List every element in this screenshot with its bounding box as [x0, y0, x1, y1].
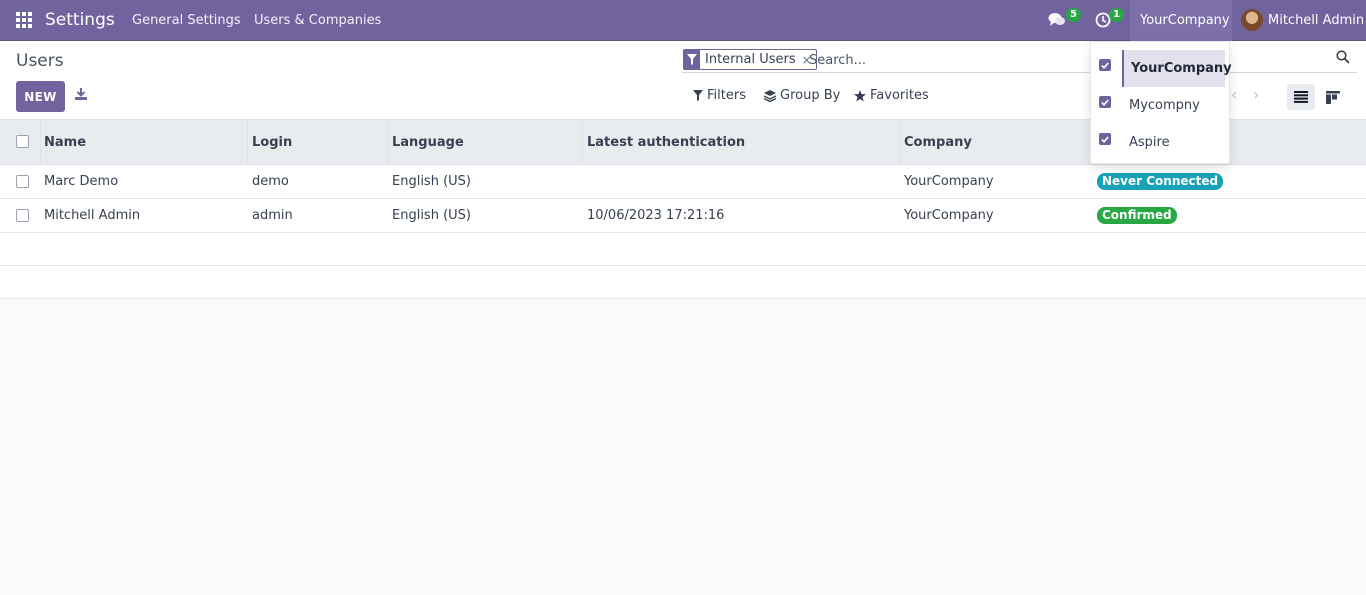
company-label[interactable]: Mycompny: [1122, 87, 1225, 124]
cell-company: YourCompany: [904, 174, 994, 189]
facet-label: Internal Users: [705, 52, 796, 67]
menu-users-companies[interactable]: Users & Companies: [254, 13, 381, 28]
search-bar: Internal Users ×: [682, 47, 1357, 73]
checked-checkbox-icon[interactable]: [1099, 133, 1111, 145]
checked-checkbox-icon[interactable]: [1099, 59, 1111, 71]
company-item-aspire[interactable]: Aspire: [1091, 121, 1231, 158]
status-badge: Confirmed: [1097, 207, 1177, 224]
filters-label: Filters: [707, 88, 746, 103]
status-badge: Never Connected: [1097, 173, 1224, 190]
star-icon: [854, 89, 866, 101]
page-title: Users: [16, 51, 64, 71]
messages-count-badge: 5: [1066, 8, 1081, 22]
activities-count-badge: 1: [1109, 8, 1124, 22]
status-cell: Confirmed: [1097, 199, 1177, 232]
groupby-label: Group By: [780, 88, 841, 103]
filters-button[interactable]: Filters: [693, 88, 746, 103]
list-view-icon: [1294, 91, 1308, 103]
cell-name: Marc Demo: [44, 174, 119, 189]
app-title[interactable]: Settings: [45, 10, 115, 30]
favorites-button[interactable]: Favorites: [854, 88, 929, 103]
favorites-label: Favorites: [870, 88, 929, 103]
column-header-login[interactable]: Login: [252, 120, 292, 165]
top-navbar: Settings General Settings Users & Compan…: [0, 0, 1366, 41]
select-all-checkbox[interactable]: [16, 135, 29, 148]
cell-language: English (US): [392, 174, 471, 189]
cell-name: Mitchell Admin: [44, 208, 141, 223]
current-company-label: YourCompany: [1140, 13, 1230, 28]
pager-previous-icon[interactable]: ‹: [1231, 87, 1241, 103]
status-cell: Never Connected: [1097, 165, 1224, 198]
empty-row: [0, 266, 1366, 299]
list-view-button[interactable]: [1287, 84, 1315, 110]
pager-next-icon[interactable]: ›: [1253, 87, 1263, 103]
table-row[interactable]: Marc Demo demo English (US) YourCompany …: [0, 165, 1366, 199]
user-avatar[interactable]: [1241, 9, 1263, 31]
cell-login: admin: [252, 208, 293, 223]
column-header-language[interactable]: Language: [392, 120, 464, 165]
table-row[interactable]: Mitchell Admin admin English (US) 10/06/…: [0, 199, 1366, 233]
company-item-mycompny[interactable]: Mycompny: [1091, 84, 1231, 121]
company-label[interactable]: Aspire: [1122, 124, 1225, 161]
column-header-name[interactable]: Name: [44, 120, 86, 165]
user-menu-name[interactable]: Mitchell Admin: [1268, 13, 1364, 28]
column-header-company[interactable]: Company: [904, 120, 972, 165]
checked-checkbox-icon[interactable]: [1099, 96, 1111, 108]
company-switcher-toggle[interactable]: YourCompany: [1130, 0, 1232, 41]
groupby-button[interactable]: Group By: [764, 88, 840, 103]
menu-general-settings[interactable]: General Settings: [132, 13, 241, 28]
company-switcher-dropdown: YourCompany Mycompny Aspire: [1090, 41, 1232, 164]
download-icon[interactable]: [74, 87, 90, 103]
new-button[interactable]: NEW: [16, 81, 65, 112]
search-icon[interactable]: [1336, 50, 1352, 66]
apps-menu-icon[interactable]: [16, 12, 32, 28]
filter-facet-icon: [684, 50, 700, 69]
company-label[interactable]: YourCompany: [1122, 50, 1232, 87]
cell-company: YourCompany: [904, 208, 994, 223]
cell-login: demo: [252, 174, 289, 189]
cell-language: English (US): [392, 208, 471, 223]
column-header-latest-authentication[interactable]: Latest authentication: [587, 120, 745, 165]
layers-icon: [764, 89, 776, 102]
row-checkbox[interactable]: [16, 175, 29, 188]
filter-icon: [693, 90, 703, 101]
search-input[interactable]: [809, 50, 1009, 70]
search-facet: Internal Users ×: [683, 49, 817, 70]
row-checkbox[interactable]: [16, 209, 29, 222]
company-item-yourcompany[interactable]: YourCompany: [1091, 47, 1232, 87]
kanban-view-icon: [1326, 90, 1340, 104]
messages-icon[interactable]: [1048, 12, 1066, 28]
cell-latest-authentication: 10/06/2023 17:21:16: [587, 208, 725, 223]
empty-row: [0, 233, 1366, 266]
kanban-view-button[interactable]: [1319, 84, 1347, 110]
